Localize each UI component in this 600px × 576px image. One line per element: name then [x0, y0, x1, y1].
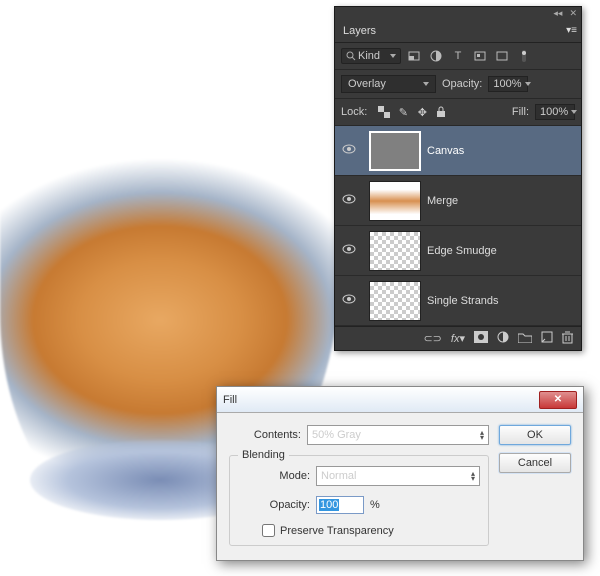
mode-value: Normal	[321, 470, 356, 482]
layer-name-label: Merge	[427, 195, 458, 207]
close-panel-icon[interactable]: ✕	[569, 8, 577, 19]
chevron-down-icon	[423, 82, 429, 86]
layer-name-label: Edge Smudge	[427, 245, 497, 257]
delete-layer-icon[interactable]	[562, 331, 573, 347]
stepper-icon: ▴▾	[480, 430, 484, 440]
opacity-label: Opacity:	[238, 499, 310, 511]
filter-shape-icon[interactable]	[471, 48, 489, 64]
panel-tab-layers[interactable]: Layers ▾≡	[335, 21, 581, 43]
layer-row-canvas[interactable]: Canvas	[335, 126, 581, 176]
opacity-input-value: 100	[319, 499, 339, 511]
layer-row-merge[interactable]: Merge	[335, 176, 581, 226]
fill-label: Fill:	[512, 106, 529, 118]
preserve-transparency-checkbox[interactable]	[262, 524, 275, 537]
tab-label: Layers	[343, 25, 376, 37]
mode-select[interactable]: Normal ▴▾	[316, 466, 480, 486]
dialog-title: Fill	[223, 394, 237, 406]
blending-group: Blending Mode: Normal ▴▾ Opacity: 100 % …	[229, 455, 489, 546]
fill-value: 100%	[540, 106, 568, 118]
opacity-suffix: %	[370, 499, 380, 511]
new-group-icon[interactable]	[518, 332, 532, 346]
blend-mode-value: Overlay	[348, 78, 386, 90]
layer-name-label: Canvas	[427, 145, 464, 157]
chevron-down-icon	[525, 82, 531, 86]
lock-transparency-icon[interactable]	[377, 105, 391, 119]
stepper-icon: ▴▾	[471, 471, 475, 481]
layer-fx-icon[interactable]: fx▾	[451, 332, 465, 345]
filter-toggle-switch[interactable]	[515, 48, 533, 64]
layer-thumbnail[interactable]	[369, 131, 421, 171]
opacity-input[interactable]: 100	[316, 496, 364, 514]
search-icon	[346, 51, 356, 61]
visibility-toggle[interactable]	[335, 294, 363, 307]
chevron-down-icon	[571, 110, 577, 114]
close-button[interactable]: ✕	[539, 391, 577, 409]
lock-paint-icon[interactable]: ✎	[396, 105, 410, 119]
new-layer-icon[interactable]	[541, 331, 553, 346]
lock-label: Lock:	[341, 106, 367, 118]
fill-value-input[interactable]: 100%	[535, 104, 575, 120]
visibility-toggle[interactable]	[335, 244, 363, 257]
collapse-icon[interactable]: ◂◂	[553, 8, 562, 19]
layers-panel: ◂◂ ✕ Layers ▾≡ Kind T Overlay Opacity: 1…	[334, 6, 582, 351]
filter-kind-label: Kind	[358, 50, 380, 62]
lock-row: Lock: ✎ ✥ Fill: 100%	[335, 99, 581, 126]
panel-bottom-bar: ⊂⊃ fx▾	[335, 326, 581, 350]
lock-all-icon[interactable]	[434, 105, 448, 119]
filter-smart-icon[interactable]	[493, 48, 511, 64]
blending-group-title: Blending	[238, 449, 289, 461]
dialog-titlebar[interactable]: Fill ✕	[217, 387, 583, 413]
layer-thumbnail[interactable]	[369, 231, 421, 271]
cancel-button[interactable]: Cancel	[499, 453, 571, 473]
opacity-value-input[interactable]: 100%	[488, 76, 528, 92]
add-mask-icon[interactable]	[474, 331, 488, 346]
link-layers-icon[interactable]: ⊂⊃	[423, 332, 441, 345]
fill-dialog: Fill ✕ Contents: 50% Gray ▴▾ Blending Mo…	[216, 386, 584, 561]
panel-topbar: ◂◂ ✕	[335, 7, 581, 21]
opacity-label: Opacity:	[442, 78, 482, 90]
filter-adjustment-icon[interactable]	[427, 48, 445, 64]
ok-button[interactable]: OK	[499, 425, 571, 445]
layer-thumbnail[interactable]	[369, 281, 421, 321]
blend-mode-select[interactable]: Overlay	[341, 75, 436, 93]
blend-row: Overlay Opacity: 100%	[335, 70, 581, 99]
filter-type-icon[interactable]: T	[449, 48, 467, 64]
contents-label: Contents:	[229, 429, 301, 441]
filter-kind-select[interactable]: Kind	[341, 48, 401, 64]
new-adjustment-icon[interactable]	[497, 331, 509, 346]
layer-filter-row: Kind T	[335, 43, 581, 70]
contents-select[interactable]: 50% Gray ▴▾	[307, 425, 489, 445]
lock-position-icon[interactable]: ✥	[415, 105, 429, 119]
mode-label: Mode:	[238, 470, 310, 482]
layer-name-label: Single Strands	[427, 295, 499, 307]
panel-menu-icon[interactable]: ▾≡	[566, 25, 577, 36]
layer-row-single-strands[interactable]: Single Strands	[335, 276, 581, 326]
filter-pixel-icon[interactable]	[405, 48, 423, 64]
layer-row-edge-smudge[interactable]: Edge Smudge	[335, 226, 581, 276]
layer-thumbnail[interactable]	[369, 181, 421, 221]
visibility-toggle[interactable]	[335, 194, 363, 207]
visibility-toggle[interactable]	[335, 144, 363, 157]
opacity-value: 100%	[493, 78, 521, 90]
layer-list: Canvas Merge Edge Smudge Single Strands	[335, 126, 581, 326]
preserve-transparency-label: Preserve Transparency	[280, 525, 394, 537]
chevron-down-icon	[390, 54, 396, 58]
contents-value: 50% Gray	[312, 429, 361, 441]
